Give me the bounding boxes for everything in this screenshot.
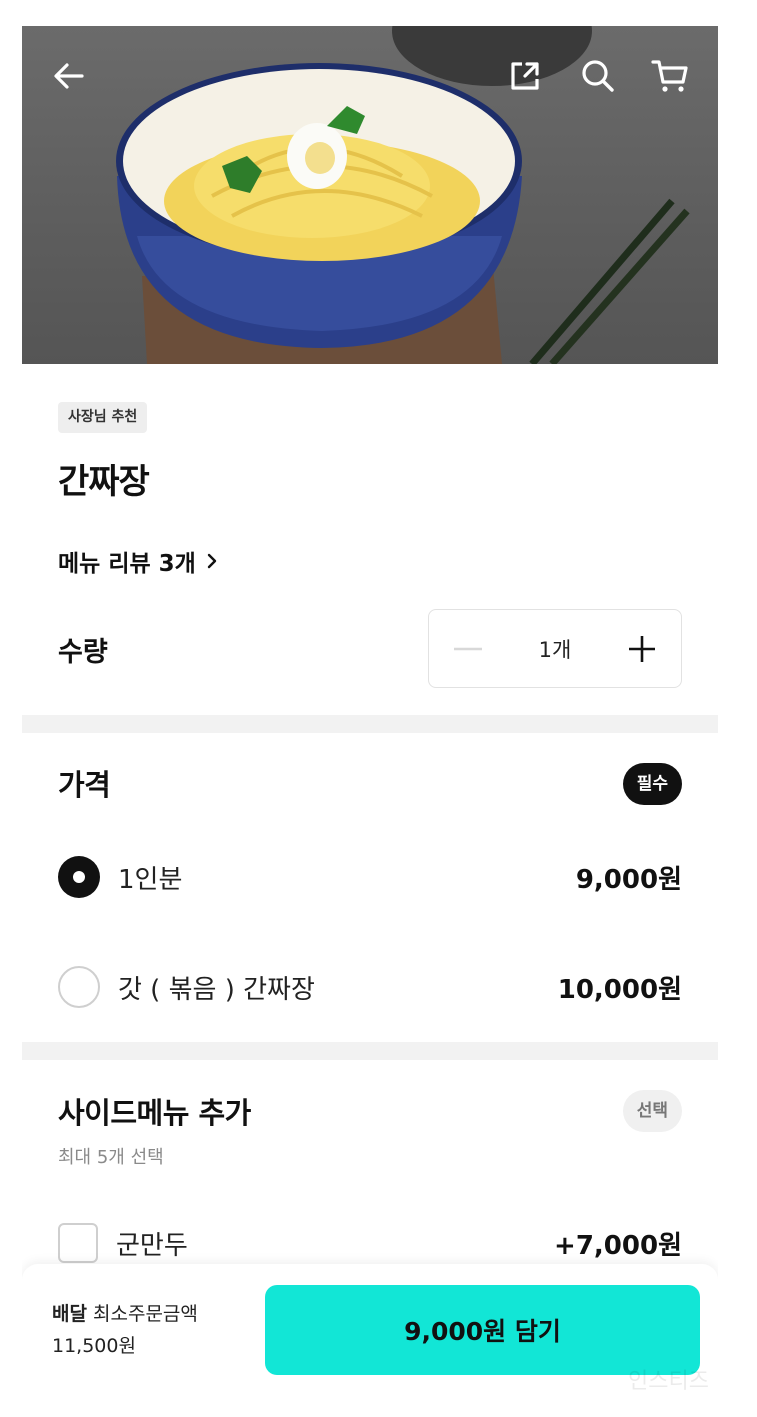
radio-selected[interactable] [58,856,100,898]
cart-icon [651,60,688,92]
section-divider [22,715,718,733]
price-section-title: 가격 [58,768,111,802]
cart-button[interactable] [650,56,690,96]
share-button[interactable] [505,56,545,96]
arrow-left-icon [54,63,84,89]
price-option-price: 9,000원 [575,864,682,895]
decrease-quantity-button[interactable] [453,634,483,664]
bottom-order-bar: 배달 최소주문금액 11,500원 9,000원 담기 [22,1264,718,1417]
quantity-label: 수량 [58,637,108,668]
menu-reviews-link[interactable]: 메뉴 리뷰 3개 [58,544,218,578]
delivery-min-order-info: 배달 최소주문금액 11,500원 [52,1298,198,1362]
owner-recommend-badge: 사장님 추천 [58,402,148,433]
quantity-stepper: 1개 [428,609,682,688]
quantity-value: 1개 [538,637,572,662]
watermark: 인스티즈 [628,1369,709,1394]
search-icon [582,60,614,92]
menu-title: 간짜장 [58,462,150,502]
price-option-label: 1인분 [118,864,183,895]
price-option-price: 10,000원 [557,974,682,1005]
search-button[interactable] [578,56,618,96]
back-button[interactable] [49,56,89,96]
price-option-label: 갓 ( 볶음 ) 간짜장 [118,974,315,1005]
optional-tag: 선택 [622,1090,682,1132]
side-option-1[interactable]: 군만두 +7,000원 [58,1220,682,1266]
price-option-2[interactable]: 갓 ( 볶음 ) 간짜장 10,000원 [58,964,682,1010]
menu-reviews-label: 메뉴 리뷰 3개 [58,551,196,577]
required-tag: 필수 [622,763,682,805]
add-to-cart-button[interactable]: 9,000원 담기 [265,1285,700,1375]
side-menu-section-title: 사이드메뉴 추가 [58,1096,251,1130]
plus-icon [629,635,655,662]
min-order-value: 11,500원 [52,1335,136,1357]
chevron-right-icon [207,553,217,569]
menu-photo [22,26,718,364]
min-order-label: 최소주문금액 [93,1303,198,1325]
increase-quantity-button[interactable] [627,634,657,664]
menu-detail-screen: 사장님 추천 간짜장 메뉴 리뷰 3개 수량 1개 가격 필수 1인분 9,00… [22,26,718,1417]
side-option-label: 군만두 [116,1230,188,1261]
radio-unselected[interactable] [58,966,100,1008]
side-option-price: +7,000원 [554,1230,682,1261]
minus-icon [454,647,482,650]
side-menu-max-note: 최대 5개 선택 [58,1147,164,1168]
side-option-checkbox[interactable] [58,1223,98,1263]
share-icon [511,62,539,90]
delivery-label: 배달 [52,1303,87,1325]
price-option-1[interactable]: 1인분 9,000원 [58,854,682,900]
section-divider [22,1042,718,1060]
